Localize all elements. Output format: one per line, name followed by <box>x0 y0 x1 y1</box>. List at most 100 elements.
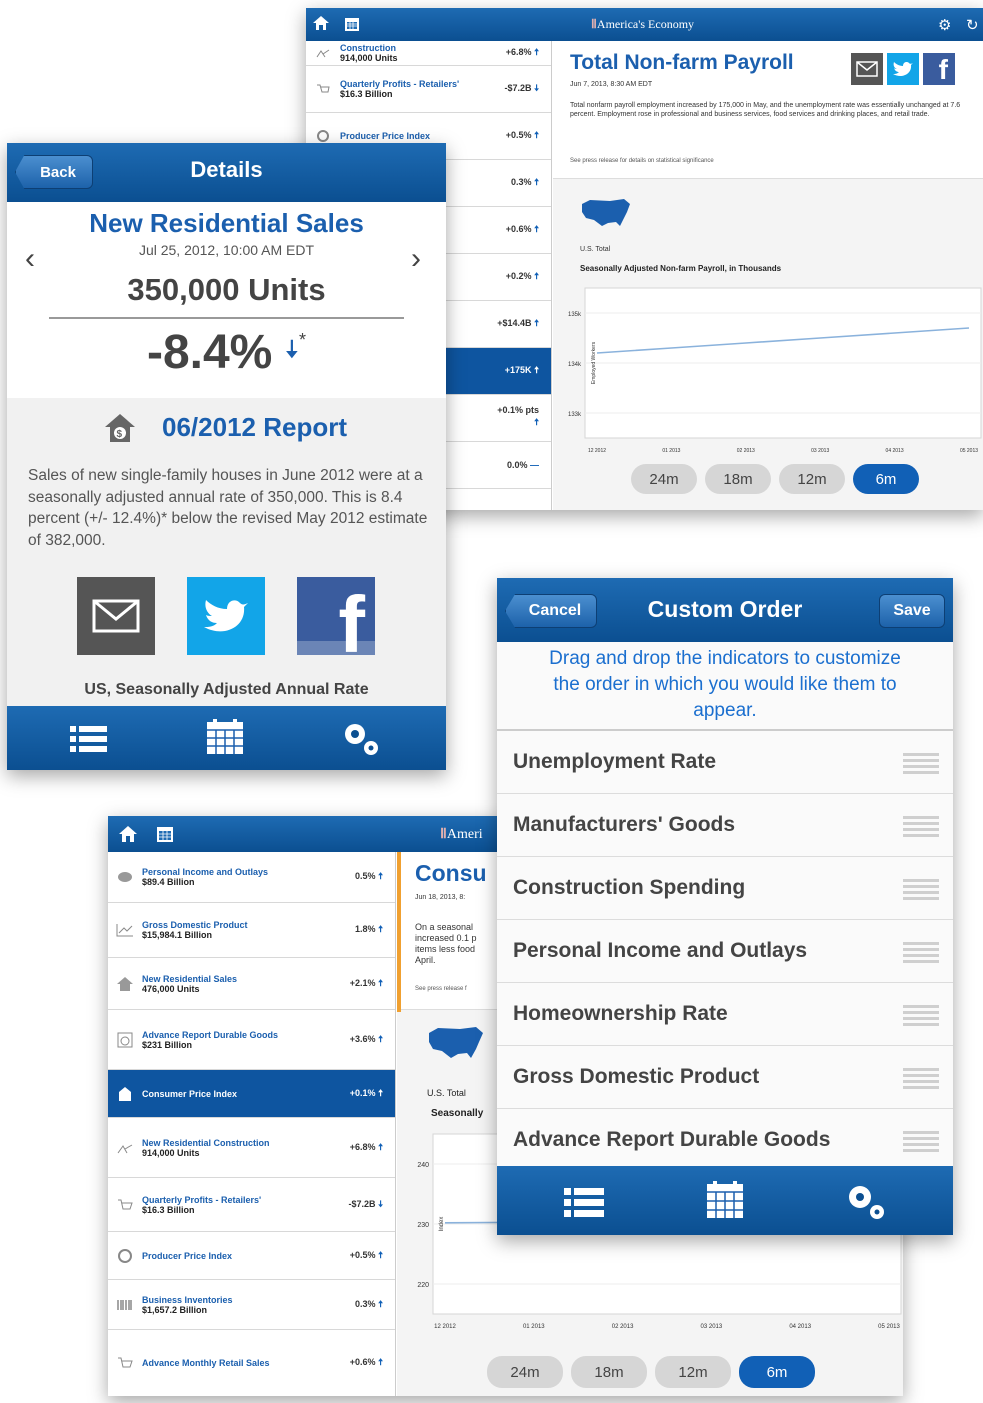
reorder-list: Unemployment Rate Manufacturers' Goods C… <box>497 731 953 1172</box>
twitter-share-button[interactable] <box>887 53 919 85</box>
y-axis-label: Employed Workers <box>591 341 597 384</box>
range-24m-button[interactable]: 24m <box>487 1356 563 1388</box>
twitter-share-button[interactable] <box>187 577 265 655</box>
reorder-item-label: Construction Spending <box>513 876 746 899</box>
construction-icon <box>306 48 340 58</box>
list-item[interactable]: Quarterly Profits - Retailers' $16.3 Bill… <box>108 1178 395 1232</box>
row-name: Producer Price Index <box>142 1250 233 1261</box>
range-6m-button[interactable]: 6m <box>853 464 919 494</box>
report-title: 06/2012 Report <box>162 412 347 442</box>
row-name: New Residential Sales <box>142 973 238 984</box>
chart-title: Seasonally Adjusted Non-farm Payroll, in… <box>580 264 782 273</box>
reorder-item-label: Unemployment Rate <box>513 750 717 773</box>
drag-handle-icon[interactable] <box>903 1131 939 1153</box>
settings-icon[interactable]: ⚙ <box>938 16 951 34</box>
list-item[interactable]: Advance Report Durable Goods $231 Billion… <box>108 1010 395 1070</box>
x-tick-label: 02 2013 <box>737 448 755 454</box>
row-value: $16.3 Billion <box>142 1204 195 1215</box>
cancel-button[interactable]: Cancel <box>505 594 597 628</box>
region-label: U.S. Total <box>427 1088 466 1098</box>
list-item[interactable]: Gross Domestic Product $15,984.1 Billion … <box>108 903 395 958</box>
range-18m-button[interactable]: 18m <box>705 464 771 494</box>
drag-handle-icon[interactable] <box>903 1005 939 1027</box>
settings-tab[interactable] <box>341 720 381 763</box>
x-tick-label: 03 2013 <box>811 448 829 454</box>
home-icon[interactable] <box>312 15 330 36</box>
list-item[interactable]: Personal Income and Outlays $89.4 Billion… <box>108 852 395 903</box>
reorder-item[interactable]: Construction Spending <box>497 857 953 920</box>
drag-handle-icon[interactable] <box>903 1068 939 1090</box>
change-percent: -8.4% <box>146 326 273 379</box>
detail-title: Consu <box>415 860 487 886</box>
list-item[interactable]: Advance Monthly Retail Sales +0.6% 🠅 <box>108 1330 395 1396</box>
payroll-chart: 135k 134k 133k Employed Workers 12 2012 01 20… <box>568 287 982 454</box>
reorder-item[interactable]: Homeownership Rate <box>497 983 953 1046</box>
list-tab[interactable] <box>69 724 109 759</box>
row-name: Consumer Price Index <box>142 1088 238 1099</box>
save-button[interactable]: Save <box>879 594 945 628</box>
list-tab[interactable] <box>563 1186 605 1223</box>
x-tick-label: 01 2013 <box>523 1324 545 1330</box>
x-tick-label: 12 2012 <box>588 448 606 454</box>
settings-tab[interactable] <box>845 1182 887 1227</box>
list-item-selected[interactable]: Consumer Price Index +0.1% 🠅 <box>108 1070 395 1118</box>
refresh-icon[interactable]: ↻ <box>966 16 979 34</box>
row-name: Advance Monthly Retail Sales <box>142 1358 270 1368</box>
custom-order-title: Custom Order <box>647 596 803 622</box>
drag-handle-icon[interactable] <box>903 816 939 838</box>
calendar-icon <box>707 1181 743 1218</box>
list-item[interactable]: Producer Price Index +0.5% 🠅 <box>108 1232 395 1280</box>
reorder-item[interactable]: Unemployment Rate <box>497 731 953 794</box>
facebook-share-button[interactable]: f <box>297 577 375 655</box>
previous-indicator-button[interactable]: ‹ <box>25 242 35 276</box>
list-item[interactable]: New Residential Sales 476,000 Units +2.1%… <box>108 958 395 1010</box>
reorder-item[interactable]: Manufacturers' Goods <box>497 794 953 857</box>
calendar-icon[interactable] <box>156 825 174 848</box>
reorder-item[interactable]: Gross Domestic Product <box>497 1046 953 1109</box>
cancel-label: Cancel <box>528 602 582 619</box>
calendar-icon[interactable] <box>344 16 360 37</box>
row-value: $231 Billion <box>142 1039 193 1050</box>
footer-caption: US, Seasonally Adjusted Annual Rate <box>84 681 369 698</box>
list-item[interactable]: New Residential Construction 914,000 Unit… <box>108 1118 395 1178</box>
gauge-icon <box>306 129 340 143</box>
top-header: ⅡAmerica's Economy ⚙ ↻ <box>306 8 983 41</box>
row-value: 476,000 Units <box>142 983 200 994</box>
drag-handle-icon[interactable] <box>903 753 939 775</box>
calendar-tab[interactable] <box>205 718 245 761</box>
us-map-icon <box>427 1024 485 1067</box>
row-change: +0.1% 🠅 <box>349 1087 383 1098</box>
range-24m-button[interactable]: 24m <box>631 464 697 494</box>
instructions: Drag and drop the indicators to customiz… <box>549 648 901 721</box>
price-tag-icon <box>108 1086 142 1102</box>
email-share-button[interactable] <box>77 577 155 655</box>
x-tick-label: 01 2013 <box>662 448 680 454</box>
row-value: 914,000 Units <box>340 53 398 63</box>
range-6m-button[interactable]: 6m <box>739 1356 815 1388</box>
row-value: $15,984.1 Billion <box>142 930 213 940</box>
row-change: +175K 🠅 <box>504 365 539 375</box>
row-name: Quarterly Profits - Retailers' <box>340 79 460 89</box>
range-18m-button[interactable]: 18m <box>571 1356 647 1388</box>
home-icon[interactable] <box>118 825 138 848</box>
list-item[interactable]: Quarterly Profits - Retailers' $16.3 Bill… <box>306 66 551 113</box>
range-12m-button[interactable]: 12m <box>779 464 845 494</box>
row-value: $1,657.2 Billion <box>142 1304 208 1315</box>
drag-handle-icon[interactable] <box>903 942 939 964</box>
drag-handle-icon[interactable] <box>903 879 939 901</box>
row-change: +0.6% 🠅 <box>505 224 539 234</box>
list-item[interactable]: Business Inventories $1,657.2 Billion 0.3… <box>108 1280 395 1330</box>
row-change: +6.8% 🠅 <box>505 47 539 57</box>
email-share-button[interactable] <box>851 53 883 85</box>
facebook-share-button[interactable]: f <box>923 53 955 85</box>
list-icon <box>70 726 107 752</box>
list-item[interactable]: Construction 914,000 Units +6.8% 🠅 <box>306 41 551 66</box>
row-change: +$14.4B 🠅 <box>497 318 539 328</box>
reorder-item[interactable]: Personal Income and Outlays <box>497 920 953 983</box>
reorder-item[interactable]: Advance Report Durable Goods <box>497 1109 953 1172</box>
calendar-tab[interactable] <box>705 1180 745 1225</box>
row-change: +0.5% 🠅 <box>349 1249 383 1260</box>
next-indicator-button[interactable]: › <box>411 242 421 276</box>
range-12m-button[interactable]: 12m <box>655 1356 731 1388</box>
units-value: 350,000 Units <box>127 272 326 307</box>
